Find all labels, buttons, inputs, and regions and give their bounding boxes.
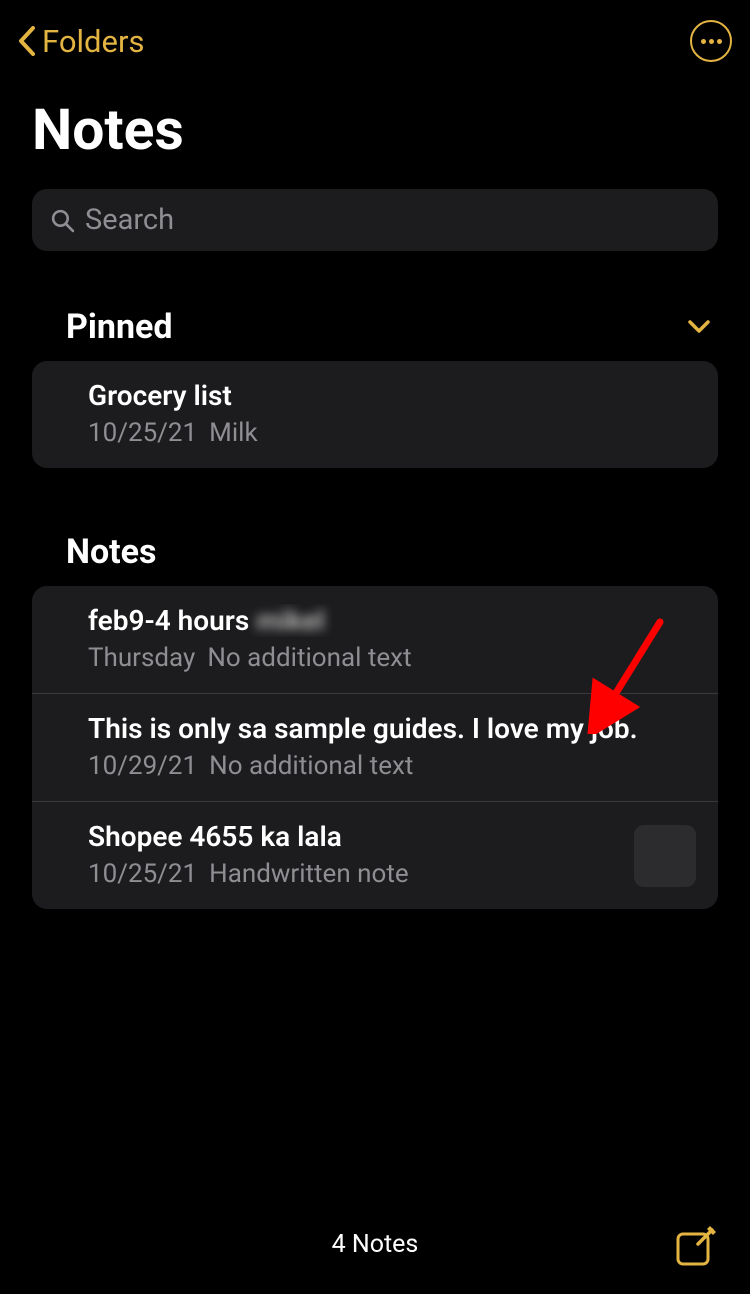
note-count: 4 Notes [332, 1230, 419, 1259]
note-thumbnail [634, 825, 696, 887]
note-title: This is only sa sample guides. I love my… [88, 712, 690, 745]
search-bar[interactable] [32, 189, 718, 251]
note-title: Grocery list [88, 379, 690, 412]
chevron-down-icon [688, 320, 710, 334]
search-input[interactable] [85, 203, 700, 237]
page-title: Notes [0, 72, 750, 175]
note-date: 10/25/21 [88, 859, 197, 889]
note-row[interactable]: This is only sa sample guides. I love my… [32, 693, 718, 801]
note-title: feb9-4 hours mikel [88, 604, 690, 637]
more-dot-icon [701, 39, 706, 44]
more-dot-icon [709, 39, 714, 44]
more-button[interactable] [690, 20, 732, 62]
note-row[interactable]: Shopee 4655 ka lala 10/25/21 Handwritten … [32, 801, 718, 909]
section-title-pinned: Pinned [66, 307, 173, 347]
note-subtitle: 10/25/21 Milk [88, 418, 690, 448]
note-title: Shopee 4655 ka lala [88, 820, 690, 853]
note-subtitle: 10/25/21 Handwritten note [88, 859, 690, 889]
note-preview: Handwritten note [209, 859, 408, 889]
note-preview: No additional text [209, 751, 413, 781]
compose-button[interactable] [674, 1226, 716, 1268]
note-date: 10/29/21 [88, 751, 197, 781]
notes-list: feb9-4 hours mikel Thursday No additional… [32, 586, 718, 909]
nav-bar: Folders [0, 0, 750, 72]
note-subtitle: 10/29/21 No additional text [88, 751, 690, 781]
section-header-notes: Notes [0, 468, 750, 586]
back-label: Folders [42, 23, 144, 60]
note-subtitle: Thursday No additional text [88, 643, 690, 673]
note-row[interactable]: Grocery list 10/25/21 Milk [32, 361, 718, 468]
chevron-left-icon [18, 26, 36, 56]
bottom-bar: 4 Notes [0, 1194, 750, 1294]
back-button[interactable]: Folders [18, 23, 144, 60]
blurred-text: mikel [256, 604, 324, 637]
pinned-list: Grocery list 10/25/21 Milk [32, 361, 718, 468]
note-date: Thursday [88, 643, 195, 673]
section-header-pinned[interactable]: Pinned [0, 251, 750, 361]
note-date: 10/25/21 [88, 418, 197, 448]
note-preview: Milk [209, 418, 258, 448]
search-icon [50, 208, 75, 233]
section-title-notes: Notes [66, 532, 157, 572]
more-dot-icon [717, 39, 722, 44]
note-row[interactable]: feb9-4 hours mikel Thursday No additional… [32, 586, 718, 693]
note-preview: No additional text [207, 643, 411, 673]
